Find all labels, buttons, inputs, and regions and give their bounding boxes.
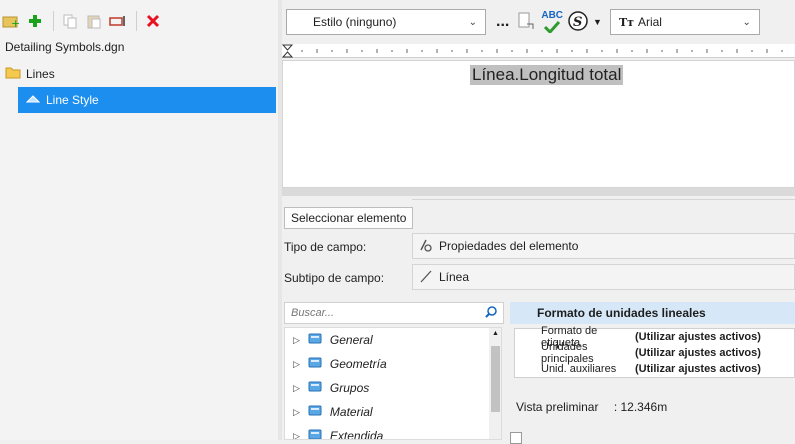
rename-icon[interactable] [107, 10, 129, 32]
select-element-button[interactable]: Seleccionar elemento [284, 207, 414, 229]
spell-check-label: ABC [541, 9, 564, 21]
preview-label: Vista preliminar [516, 400, 599, 414]
chevron-down-icon: ⌄ [468, 16, 477, 28]
category-label: Grupos [329, 381, 370, 395]
format-toolbar: Estilo (ninguno) ⌄ ... ABC S ▼ Tт Arial … [282, 6, 795, 38]
partial-checkbox-row [510, 432, 522, 444]
expand-icon[interactable]: ▷ [293, 335, 300, 346]
add-folder-icon[interactable]: + [0, 10, 22, 32]
category-icon [308, 381, 322, 395]
category-list: ▷ General ▷ Geometría ▷ Grupos ▷ Materia… [284, 327, 502, 440]
paste-icon[interactable] [83, 10, 105, 32]
svg-text:+: + [11, 17, 20, 29]
search-icon[interactable] [485, 305, 497, 321]
toolbar-separator [136, 11, 137, 31]
field-type-value[interactable]: Propiedades del elemento [412, 233, 795, 259]
properties-table: Formato de etiqueta (Utilizar ajustes ac… [514, 325, 795, 378]
expand-icon[interactable]: ▷ [293, 407, 300, 418]
tree-item-line-style[interactable]: Line Style [18, 87, 276, 113]
field-type-text: Propiedades del elemento [439, 239, 579, 253]
category-icon [308, 405, 322, 419]
properties-panel: Formato de unidades lineales Formato de … [510, 302, 795, 444]
property-key: Unid. auxiliares [541, 363, 617, 375]
editor-border [282, 188, 795, 196]
tree-item-label: Line Style [46, 93, 99, 107]
text-editor[interactable]: Línea.Longitud total [282, 60, 795, 188]
line-style-icon [25, 93, 41, 107]
scroll-up-icon[interactable]: ▲ [492, 330, 499, 337]
checkbox[interactable] [510, 432, 522, 444]
property-value[interactable]: (Utilizar ajustes activos) [635, 331, 761, 343]
category-item-general[interactable]: ▷ General [285, 328, 501, 352]
add-icon[interactable] [24, 10, 46, 32]
svg-text:S: S [573, 15, 582, 30]
category-icon [308, 357, 322, 371]
category-label: Material [329, 405, 373, 419]
search-box[interactable] [284, 302, 504, 324]
category-item-geometria[interactable]: ▷ Geometría [285, 352, 501, 376]
expand-icon[interactable]: ▷ [293, 359, 300, 370]
font-combo-content: Tт Arial [619, 15, 662, 29]
folder-icon [5, 66, 21, 82]
field-subtype-value[interactable]: Línea [412, 264, 795, 290]
ruler[interactable] [281, 44, 795, 58]
category-label: Geometría [329, 357, 387, 371]
spell-check-button[interactable]: ABC [541, 9, 564, 34]
right-panel: Estilo (ninguno) ⌄ ... ABC S ▼ Tт Arial … [281, 0, 795, 444]
field-type-label: Tipo de campo: [284, 240, 367, 254]
divider [412, 199, 795, 200]
checkmark-icon [543, 20, 561, 34]
font-combo-value: Arial [637, 15, 662, 29]
category-label: General [329, 333, 373, 347]
truetype-icon: Tт [618, 15, 634, 29]
property-row[interactable]: Unidades principales (Utilizar ajustes a… [515, 341, 794, 365]
property-value[interactable]: (Utilizar ajustes activos) [635, 363, 761, 375]
field-text[interactable]: Línea.Longitud total [470, 65, 624, 85]
chevron-down-icon: ⌄ [742, 16, 751, 28]
preview-row: Vista preliminar : 12.346m [516, 400, 667, 414]
tree-folder-label: Lines [26, 67, 55, 81]
preview-value: : 12.346m [613, 400, 668, 414]
toolbar-separator [53, 11, 54, 31]
style-combo-value: Estilo (ninguno) [313, 15, 397, 29]
property-key: Unidades principales [541, 341, 594, 365]
category-icon [308, 429, 322, 439]
insert-field-icon[interactable] [517, 12, 535, 33]
copy-icon[interactable] [59, 10, 81, 32]
more-button[interactable]: ... [496, 13, 509, 31]
field-subtype-text: Línea [439, 270, 470, 284]
search-input[interactable] [291, 307, 461, 319]
field-subtype-label: Subtipo de campo: [284, 271, 385, 285]
tree-file-node[interactable]: Detailing Symbols.dgn [5, 40, 124, 54]
expand-icon[interactable]: ▷ [293, 383, 300, 394]
expand-icon[interactable]: ▷ [293, 431, 300, 440]
category-item-grupos[interactable]: ▷ Grupos [285, 376, 501, 400]
line-icon [419, 269, 433, 286]
ruler-ticks [281, 44, 783, 58]
left-panel: + Detailing Symbols.dgn Lines Line Style [0, 0, 278, 440]
category-scrollbar[interactable]: ▲ [489, 328, 501, 439]
left-toolbar: + [0, 8, 166, 34]
delete-icon[interactable] [142, 10, 164, 32]
category-item-material[interactable]: ▷ Material [285, 400, 501, 424]
style-combo[interactable]: Estilo (ninguno) ⌄ [286, 9, 486, 35]
symbol-dropdown-icon[interactable]: ▼ [593, 17, 602, 27]
category-icon [308, 333, 322, 347]
tree-folder-lines[interactable]: Lines [5, 66, 55, 82]
scrollbar-thumb[interactable] [491, 346, 500, 412]
category-label: Extendida [329, 429, 384, 440]
font-combo[interactable]: Tт Arial ⌄ [609, 9, 760, 35]
property-row[interactable]: Unid. auxiliares (Utilizar ajustes activ… [515, 361, 794, 377]
properties-header: Formato de unidades lineales [510, 302, 795, 324]
symbol-icon[interactable]: S [567, 10, 589, 35]
category-item-extendida[interactable]: ▷ Extendida [285, 424, 501, 440]
element-properties-icon [419, 238, 433, 255]
property-value[interactable]: (Utilizar ajustes activos) [635, 347, 761, 359]
